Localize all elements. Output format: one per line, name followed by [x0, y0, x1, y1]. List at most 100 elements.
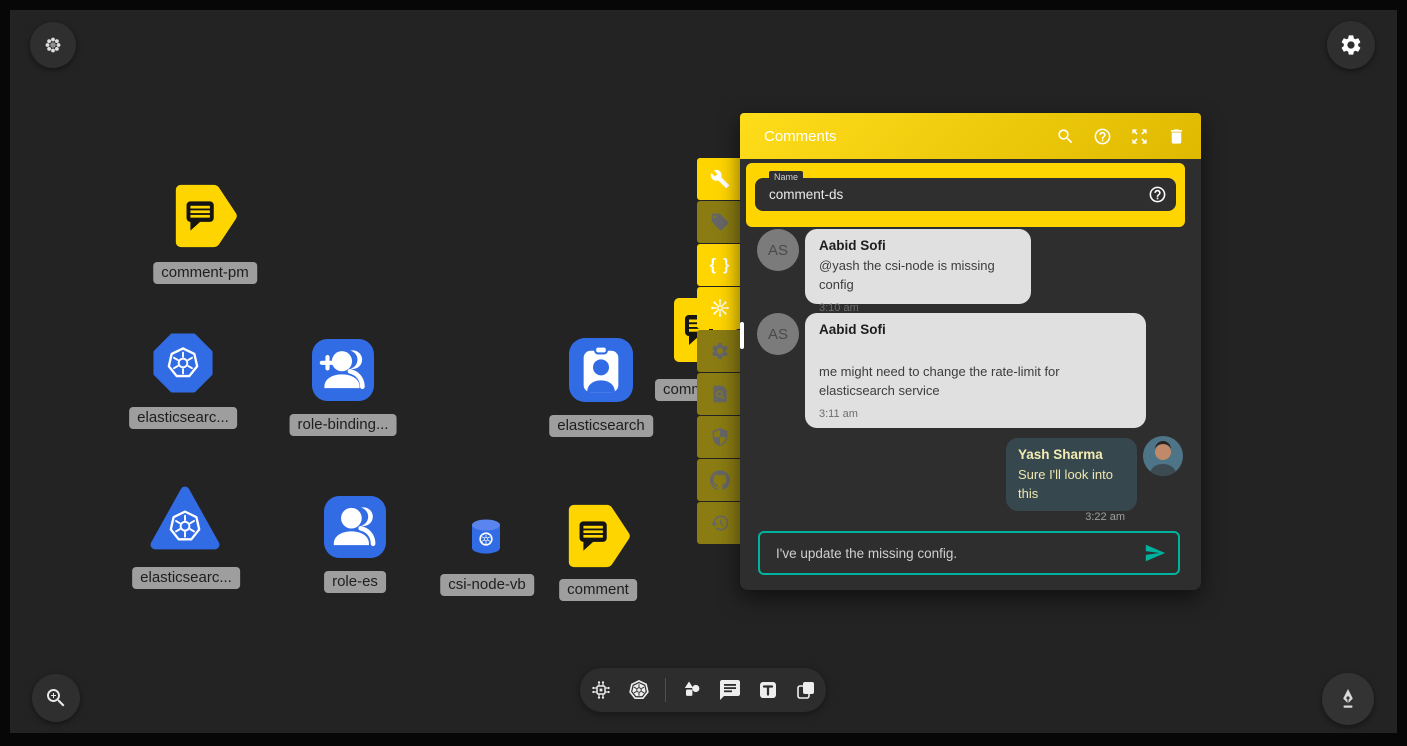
name-field-label: Name — [769, 171, 803, 184]
panel-title: Comments — [764, 128, 1053, 145]
help-icon — [1093, 127, 1112, 146]
delete-button[interactable] — [1164, 124, 1188, 148]
node-elasticsearch-triangle[interactable] — [148, 482, 222, 556]
node-elasticsearch-badge[interactable] — [569, 338, 633, 402]
braces-icon: { } — [710, 255, 731, 275]
component-icon — [589, 678, 613, 702]
node-action-toolbar: { } — [697, 158, 743, 545]
image-tool-button[interactable] — [794, 678, 818, 702]
message-author: Aabid Sofi — [819, 322, 1132, 337]
name-input[interactable] — [755, 178, 1176, 211]
comments-panel-header[interactable]: Comments — [740, 113, 1201, 159]
toolbar-security-button[interactable] — [697, 416, 743, 458]
comment-composer — [758, 531, 1180, 575]
message-author: Yash Sharma — [1018, 447, 1125, 462]
send-button[interactable] — [1144, 542, 1166, 564]
toolbar-inspect-button[interactable] — [697, 373, 743, 415]
trash-icon — [1167, 127, 1186, 146]
message-time: 3:11 am — [819, 408, 1132, 420]
help-button[interactable] — [1090, 124, 1114, 148]
comment-shape-icon — [563, 501, 633, 571]
zoom-in-icon — [44, 686, 68, 710]
kubernetes-icon — [627, 678, 651, 702]
text-tool-button[interactable] — [756, 678, 780, 702]
node-label[interactable]: role-binding... — [290, 414, 397, 436]
kubernetes-hub-icon — [709, 297, 731, 319]
kubernetes-tool-button[interactable] — [627, 678, 651, 702]
history-icon — [710, 513, 730, 533]
comment-tool-button[interactable] — [718, 678, 742, 702]
node-label[interactable]: comment — [559, 579, 637, 601]
avatar-photo — [1143, 436, 1183, 476]
app-menu-button[interactable] — [30, 22, 76, 68]
shield-icon — [710, 427, 730, 447]
message-bubble: Aabid Sofi me might need to change the r… — [805, 313, 1146, 428]
send-icon — [1144, 542, 1166, 564]
node-role-es[interactable] — [324, 496, 386, 558]
document-search-icon — [710, 384, 730, 404]
message-text: @yash the csi-node is missing config — [819, 257, 1017, 295]
toolbar-divider — [665, 678, 666, 702]
role-binding-icon — [312, 339, 374, 401]
message-author: Aabid Sofi — [819, 238, 1017, 253]
expand-icon — [1130, 127, 1149, 146]
kubernetes-octagon-icon — [152, 332, 214, 394]
image-icon — [794, 678, 818, 702]
node-label[interactable]: elasticsearc... — [132, 567, 240, 589]
ink-pen-button[interactable] — [1322, 673, 1374, 725]
node-label[interactable]: elasticsearc... — [129, 407, 237, 429]
node-csi-node-vb[interactable] — [470, 519, 502, 555]
pen-nib-icon — [1336, 687, 1360, 711]
message-text: Sure I'll look into this — [1018, 466, 1125, 504]
text-tool-icon — [756, 678, 780, 702]
search-icon — [1056, 127, 1075, 146]
toolbar-kubernetes-button[interactable] — [697, 287, 743, 329]
node-label[interactable]: csi-node-vb — [440, 574, 534, 596]
settings-button[interactable] — [1327, 21, 1375, 69]
gear-icon — [710, 341, 730, 361]
help-icon[interactable] — [1148, 185, 1167, 204]
tag-icon — [710, 212, 730, 232]
node-comment[interactable] — [563, 501, 633, 571]
canvas-tools-toolbar — [580, 668, 826, 712]
toolbar-settings-button[interactable] — [697, 330, 743, 372]
node-comment-pm[interactable] — [170, 181, 240, 251]
flower-hub-icon — [42, 34, 64, 56]
node-role-binding[interactable] — [312, 339, 374, 401]
wrench-icon — [710, 169, 730, 189]
component-tool-button[interactable] — [589, 678, 613, 702]
message-text: me might need to change the rate-limit f… — [819, 363, 1132, 401]
panel-scrollbar-thumb[interactable] — [740, 322, 744, 349]
message-time: 3:22 am — [1018, 511, 1125, 523]
search-button[interactable] — [1053, 124, 1077, 148]
message-bubble: Aabid Sofi @yash the csi-node is missing… — [805, 229, 1031, 304]
message-time: 3:10 am — [819, 302, 1017, 314]
node-elasticsearch-octagon[interactable] — [152, 332, 214, 394]
node-label[interactable]: role-es — [324, 571, 386, 593]
expand-button[interactable] — [1127, 124, 1151, 148]
name-field-card: Name — [746, 163, 1185, 227]
toolbar-github-button[interactable] — [697, 459, 743, 501]
design-canvas[interactable]: comment-pm elasticsearc... role-binding.… — [10, 10, 1397, 733]
node-label[interactable]: comment-pm — [153, 262, 257, 284]
github-icon — [710, 470, 730, 490]
avatar: AS — [757, 313, 799, 355]
comments-panel: Comments Name AS Aabid So — [740, 113, 1201, 590]
toolbar-tools-button[interactable] — [697, 158, 743, 200]
comment-shape-icon — [170, 181, 240, 251]
zoom-in-button[interactable] — [32, 674, 80, 722]
service-account-badge-icon — [569, 338, 633, 402]
gear-icon — [1339, 33, 1363, 57]
role-icon — [324, 496, 386, 558]
comment-input[interactable] — [760, 546, 1144, 561]
avatar: AS — [757, 229, 799, 271]
message-bubble: Yash Sharma Sure I'll look into this 3:2… — [1006, 438, 1137, 511]
shapes-icon — [680, 678, 704, 702]
toolbar-tag-button[interactable] — [697, 201, 743, 243]
toolbar-code-button[interactable]: { } — [697, 244, 743, 286]
storage-cylinder-icon — [470, 519, 502, 555]
node-label[interactable]: elasticsearch — [549, 415, 653, 437]
toolbar-history-button[interactable] — [697, 502, 743, 544]
shapes-tool-button[interactable] — [680, 678, 704, 702]
comment-bubble-icon — [718, 678, 742, 702]
